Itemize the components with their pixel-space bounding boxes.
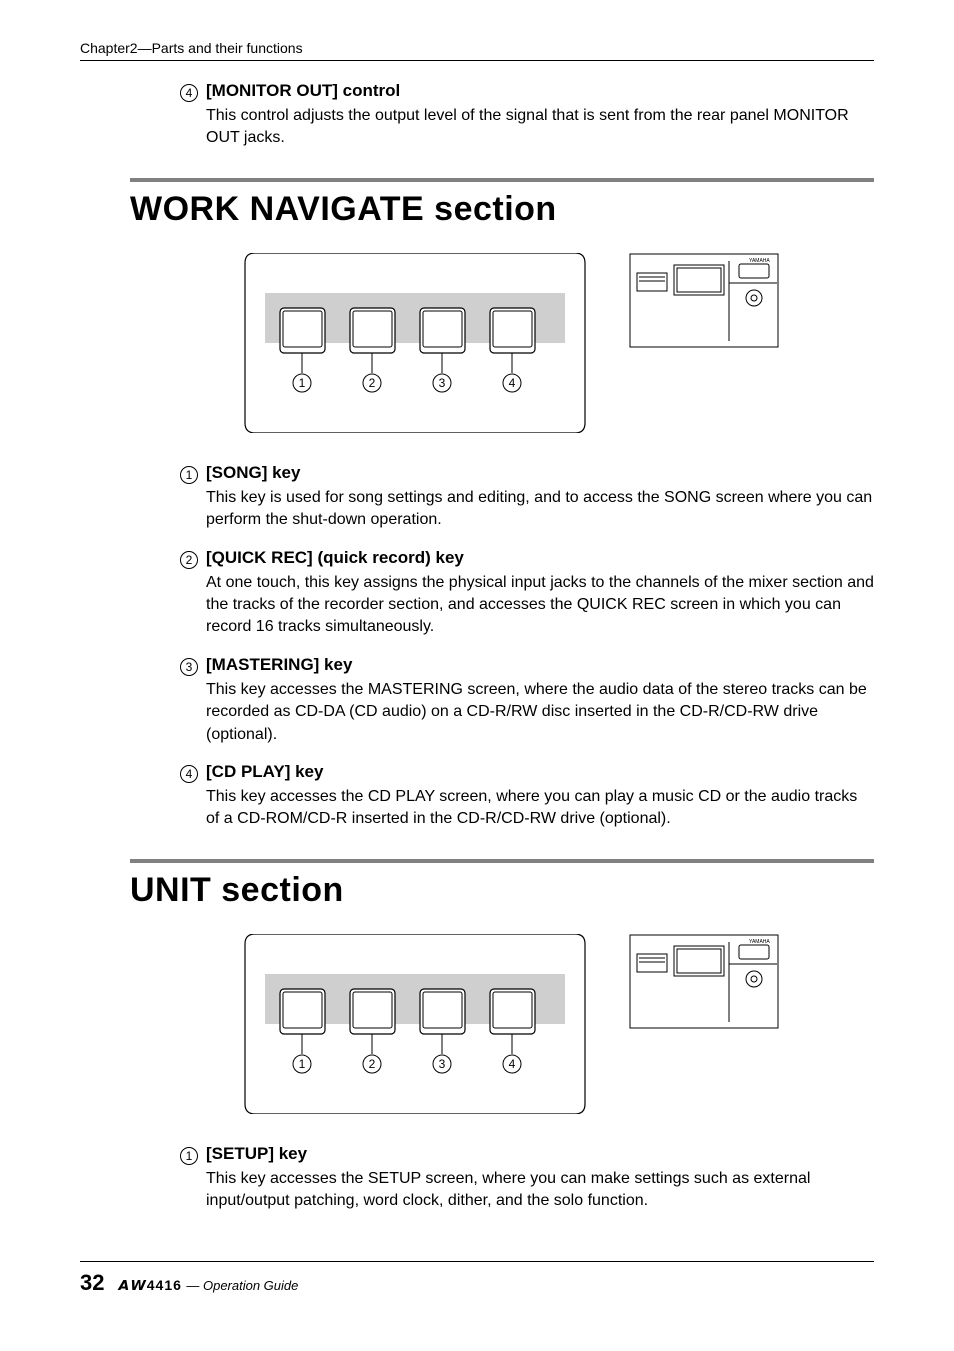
section-rule <box>130 178 874 182</box>
svg-text:1: 1 <box>299 376 306 390</box>
item-number: 2 <box>180 551 198 569</box>
running-header: Chapter2—Parts and their functions <box>80 40 874 61</box>
page-number: 32 <box>80 1270 104 1296</box>
diagram-work-navigate: 1 2 3 4 YAMAHA <box>130 253 874 433</box>
section-title-unit: UNIT section <box>130 871 874 910</box>
section-title-work-navigate: WORK NAVIGATE section <box>130 190 874 229</box>
svg-text:YAMAHA: YAMAHA <box>749 258 770 264</box>
svg-text:2: 2 <box>369 376 376 390</box>
svg-text:4: 4 <box>509 1057 516 1071</box>
footer-model: 𝘼𝙒4416 <box>118 1277 181 1293</box>
item-body: At one touch, this key assigns the physi… <box>206 572 874 639</box>
item-title: [CD PLAY] key <box>206 762 323 782</box>
keys-diagram: 1 2 3 4 <box>225 253 605 433</box>
page-footer: 32 𝘼𝙒4416 — Operation Guide <box>80 1261 874 1296</box>
section-rule <box>130 859 874 863</box>
item-monitor-out: 4 [MONITOR OUT] control This control adj… <box>180 81 874 150</box>
item-title: [SONG] key <box>206 463 300 483</box>
svg-text:3: 3 <box>439 376 446 390</box>
item-song-key: 1 [SONG] key This key is used for song s… <box>180 463 874 532</box>
svg-text:1: 1 <box>299 1057 306 1071</box>
device-locator: YAMAHA <box>629 253 779 348</box>
keys-diagram: 1 2 3 4 <box>225 934 605 1114</box>
svg-text:4: 4 <box>509 376 516 390</box>
item-title: [QUICK REC] (quick record) key <box>206 548 464 568</box>
footer-subtitle: — Operation Guide <box>186 1278 298 1293</box>
item-body: This key is used for song settings and e… <box>206 487 874 532</box>
item-body: This key accesses the SETUP screen, wher… <box>206 1168 874 1213</box>
item-number: 3 <box>180 658 198 676</box>
item-title: [SETUP] key <box>206 1144 307 1164</box>
svg-text:2: 2 <box>369 1057 376 1071</box>
item-number: 4 <box>180 84 198 102</box>
device-locator: YAMAHA <box>629 934 779 1029</box>
item-number: 4 <box>180 765 198 783</box>
item-body: This control adjusts the output level of… <box>206 105 874 150</box>
item-number: 1 <box>180 1147 198 1165</box>
item-body: This key accesses the MASTERING screen, … <box>206 679 874 746</box>
item-body: This key accesses the CD PLAY screen, wh… <box>206 786 874 831</box>
item-setup-key: 1 [SETUP] key This key accesses the SETU… <box>180 1144 874 1213</box>
item-title: [MASTERING] key <box>206 655 352 675</box>
item-title: [MONITOR OUT] control <box>206 81 400 101</box>
item-quick-rec-key: 2 [QUICK REC] (quick record) key At one … <box>180 548 874 639</box>
svg-text:3: 3 <box>439 1057 446 1071</box>
svg-text:YAMAHA: YAMAHA <box>749 939 770 945</box>
item-cd-play-key: 4 [CD PLAY] key This key accesses the CD… <box>180 762 874 831</box>
item-mastering-key: 3 [MASTERING] key This key accesses the … <box>180 655 874 746</box>
item-number: 1 <box>180 466 198 484</box>
diagram-unit: 1 2 3 4 YAMAHA <box>130 934 874 1114</box>
